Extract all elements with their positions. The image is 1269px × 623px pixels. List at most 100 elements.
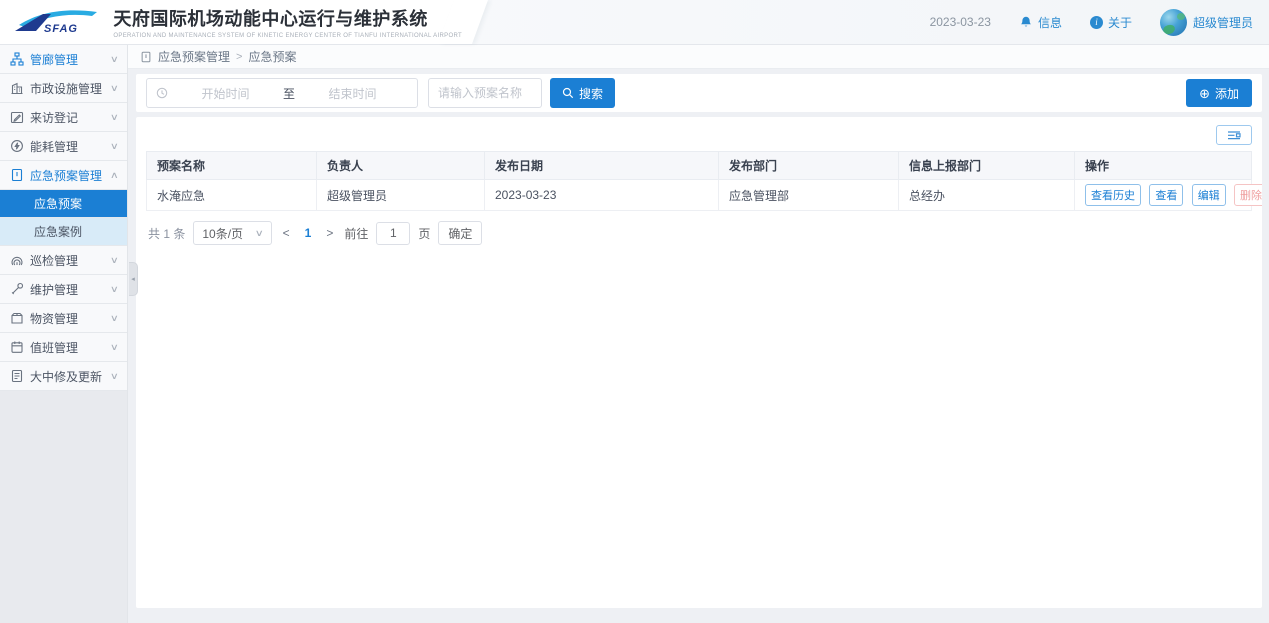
table-header-row: 预案名称 负责人 发布日期 发布部门 信息上报部门 操作 xyxy=(147,152,1252,180)
notifications-button[interactable]: 信息 xyxy=(1019,14,1062,31)
sidebar-collapse-handle[interactable]: ◂ xyxy=(129,262,138,296)
range-separator: 至 xyxy=(281,85,297,102)
header-cell-actions: 操作 xyxy=(1075,152,1252,180)
filter-bar: 开始时间 至 结束时间 搜索 ⊕ 添加 xyxy=(136,74,1262,112)
breadcrumb: 应急预案管理 > 应急预案 xyxy=(128,45,1269,69)
edit-icon xyxy=(10,110,24,124)
sidebar-subitem-emergency-case[interactable]: 应急案例 xyxy=(0,218,127,246)
goto-label: 前往 xyxy=(344,225,368,242)
plan-name-input[interactable] xyxy=(428,78,542,108)
header-date: 2023-03-23 xyxy=(930,15,991,29)
search-icon xyxy=(562,87,574,99)
sidebar-item-duty[interactable]: 值班管理 ∨ xyxy=(0,333,127,362)
search-button[interactable]: 搜索 xyxy=(550,78,615,108)
plus-circle-icon: ⊕ xyxy=(1199,87,1210,100)
breadcrumb-separator: > xyxy=(236,51,242,63)
cell-publish-date: 2023-03-23 xyxy=(485,180,719,211)
end-date-placeholder: 结束时间 xyxy=(297,85,408,102)
sitemap-icon xyxy=(10,52,24,66)
sidebar: 管廊管理 ∨ 市政设施管理 ∨ 来访登记 ∨ 能耗管理 ∨ 应急预案管理 ∧ 应… xyxy=(0,45,128,623)
page-size-select[interactable]: 10条/页 ∨ xyxy=(193,221,271,245)
clock-icon xyxy=(156,87,168,99)
breadcrumb-doc-icon xyxy=(140,51,152,63)
sidebar-item-visitor-registration[interactable]: 来访登记 ∨ xyxy=(0,103,127,132)
collapse-arrow-icon: ◂ xyxy=(131,275,135,283)
box-icon xyxy=(10,311,24,325)
notifications-label: 信息 xyxy=(1038,14,1062,31)
bell-icon xyxy=(1019,15,1033,29)
sidebar-item-maintenance[interactable]: 维护管理 ∨ xyxy=(0,275,127,304)
about-button[interactable]: 关于 xyxy=(1090,14,1132,31)
view-button[interactable]: 查看 xyxy=(1149,184,1183,206)
cell-actions: 查看历史 查看 编辑 删除 xyxy=(1075,180,1252,211)
chevron-down-icon: ∨ xyxy=(110,284,119,295)
calendar-icon xyxy=(10,340,24,354)
prev-page-button[interactable]: < xyxy=(280,226,293,240)
add-button[interactable]: ⊕ 添加 xyxy=(1186,79,1252,107)
table-card: 预案名称 负责人 发布日期 发布部门 信息上报部门 操作 水淹应急 超级管理员 xyxy=(136,117,1262,608)
start-date-placeholder: 开始时间 xyxy=(170,85,281,102)
info-icon xyxy=(1090,16,1103,29)
breadcrumb-current: 应急预案 xyxy=(248,48,296,65)
sidebar-item-municipal[interactable]: 市政设施管理 ∨ xyxy=(0,74,127,103)
view-history-button[interactable]: 查看历史 xyxy=(1085,184,1141,206)
header-brand-area: SFAG 天府国际机场动能中心运行与维护系统 OPERATION AND MAI… xyxy=(0,0,462,44)
chevron-down-icon: ∨ xyxy=(110,54,119,65)
header-cell-owner: 负责人 xyxy=(317,152,485,180)
cell-publish-dept: 应急管理部 xyxy=(719,180,899,211)
document-icon xyxy=(10,369,24,383)
next-page-button[interactable]: > xyxy=(323,226,336,240)
svg-text:SFAG: SFAG xyxy=(44,23,78,35)
sidebar-item-inspection[interactable]: 巡检管理 ∨ xyxy=(0,246,127,275)
chevron-down-icon: ∨ xyxy=(110,313,119,324)
column-settings-icon xyxy=(1226,129,1242,141)
chevron-down-icon: ∨ xyxy=(110,83,119,94)
sidebar-item-materials[interactable]: 物资管理 ∨ xyxy=(0,304,127,333)
chevron-down-icon: ∨ xyxy=(110,255,119,266)
header-actions: 2023-03-23 信息 关于 超级管理员 xyxy=(930,9,1269,36)
content-area: 开始时间 至 结束时间 搜索 ⊕ 添加 xyxy=(128,69,1269,623)
sidebar-item-overhaul[interactable]: 大中修及更新 ∨ xyxy=(0,362,127,391)
total-count: 共 1 条 xyxy=(148,225,185,242)
sidebar-item-label: 大中修及更新 xyxy=(30,368,102,385)
sidebar-subitem-emergency-plan[interactable]: 应急预案 xyxy=(0,190,127,218)
sidebar-item-pipe-gallery[interactable]: 管廊管理 ∨ xyxy=(0,45,127,74)
chevron-down-icon: ∨ xyxy=(255,228,264,239)
sidebar-item-label: 应急预案管理 xyxy=(30,167,102,184)
cell-plan-name: 水淹应急 xyxy=(147,180,317,211)
wrench-icon xyxy=(10,282,24,296)
edit-button[interactable]: 编辑 xyxy=(1192,184,1226,206)
app-subtitle: OPERATION AND MAINTENANCE SYSTEM OF KINE… xyxy=(113,33,462,39)
page-title: 天府国际机场动能中心运行与维护系统 xyxy=(113,5,462,31)
sidebar-item-label: 值班管理 xyxy=(30,339,78,356)
chevron-down-icon: ∨ xyxy=(110,112,119,123)
current-page[interactable]: 1 xyxy=(301,226,316,240)
avatar xyxy=(1160,9,1187,36)
delete-button[interactable]: 删除 xyxy=(1234,184,1262,206)
table-row: 水淹应急 超级管理员 2023-03-23 应急管理部 总经办 查看历史 查看 … xyxy=(147,180,1252,211)
sidebar-item-energy[interactable]: 能耗管理 ∨ xyxy=(0,132,127,161)
goto-page-input[interactable] xyxy=(376,222,410,245)
sidebar-item-label: 维护管理 xyxy=(30,281,78,298)
add-label: 添加 xyxy=(1215,85,1239,102)
page-size-value: 10条/页 xyxy=(202,225,243,242)
pagination: 共 1 条 10条/页 ∨ < 1 > 前往 页 确定 xyxy=(146,221,1252,245)
table-toolbar xyxy=(146,125,1252,145)
fingerprint-icon xyxy=(10,253,24,267)
header-cell-report-dept: 信息上报部门 xyxy=(899,152,1075,180)
column-settings-button[interactable] xyxy=(1216,125,1252,145)
confirm-button[interactable]: 确定 xyxy=(438,221,482,245)
user-menu[interactable]: 超级管理员 xyxy=(1160,9,1253,36)
about-label: 关于 xyxy=(1108,14,1132,31)
app-logo: SFAG xyxy=(0,8,113,36)
chevron-up-icon: ∧ xyxy=(110,170,119,181)
sidebar-item-label: 管廊管理 xyxy=(30,51,78,68)
building-icon xyxy=(10,81,24,95)
sidebar-item-emergency-plan-mgmt[interactable]: 应急预案管理 ∧ xyxy=(0,161,127,190)
header-cell-publish-dept: 发布部门 xyxy=(719,152,899,180)
breadcrumb-link-section[interactable]: 应急预案管理 xyxy=(158,48,230,65)
date-range-picker[interactable]: 开始时间 至 结束时间 xyxy=(146,78,418,108)
sidebar-item-label: 巡检管理 xyxy=(30,252,78,269)
sidebar-subitem-label: 应急案例 xyxy=(34,223,82,240)
cell-owner: 超级管理员 xyxy=(317,180,485,211)
